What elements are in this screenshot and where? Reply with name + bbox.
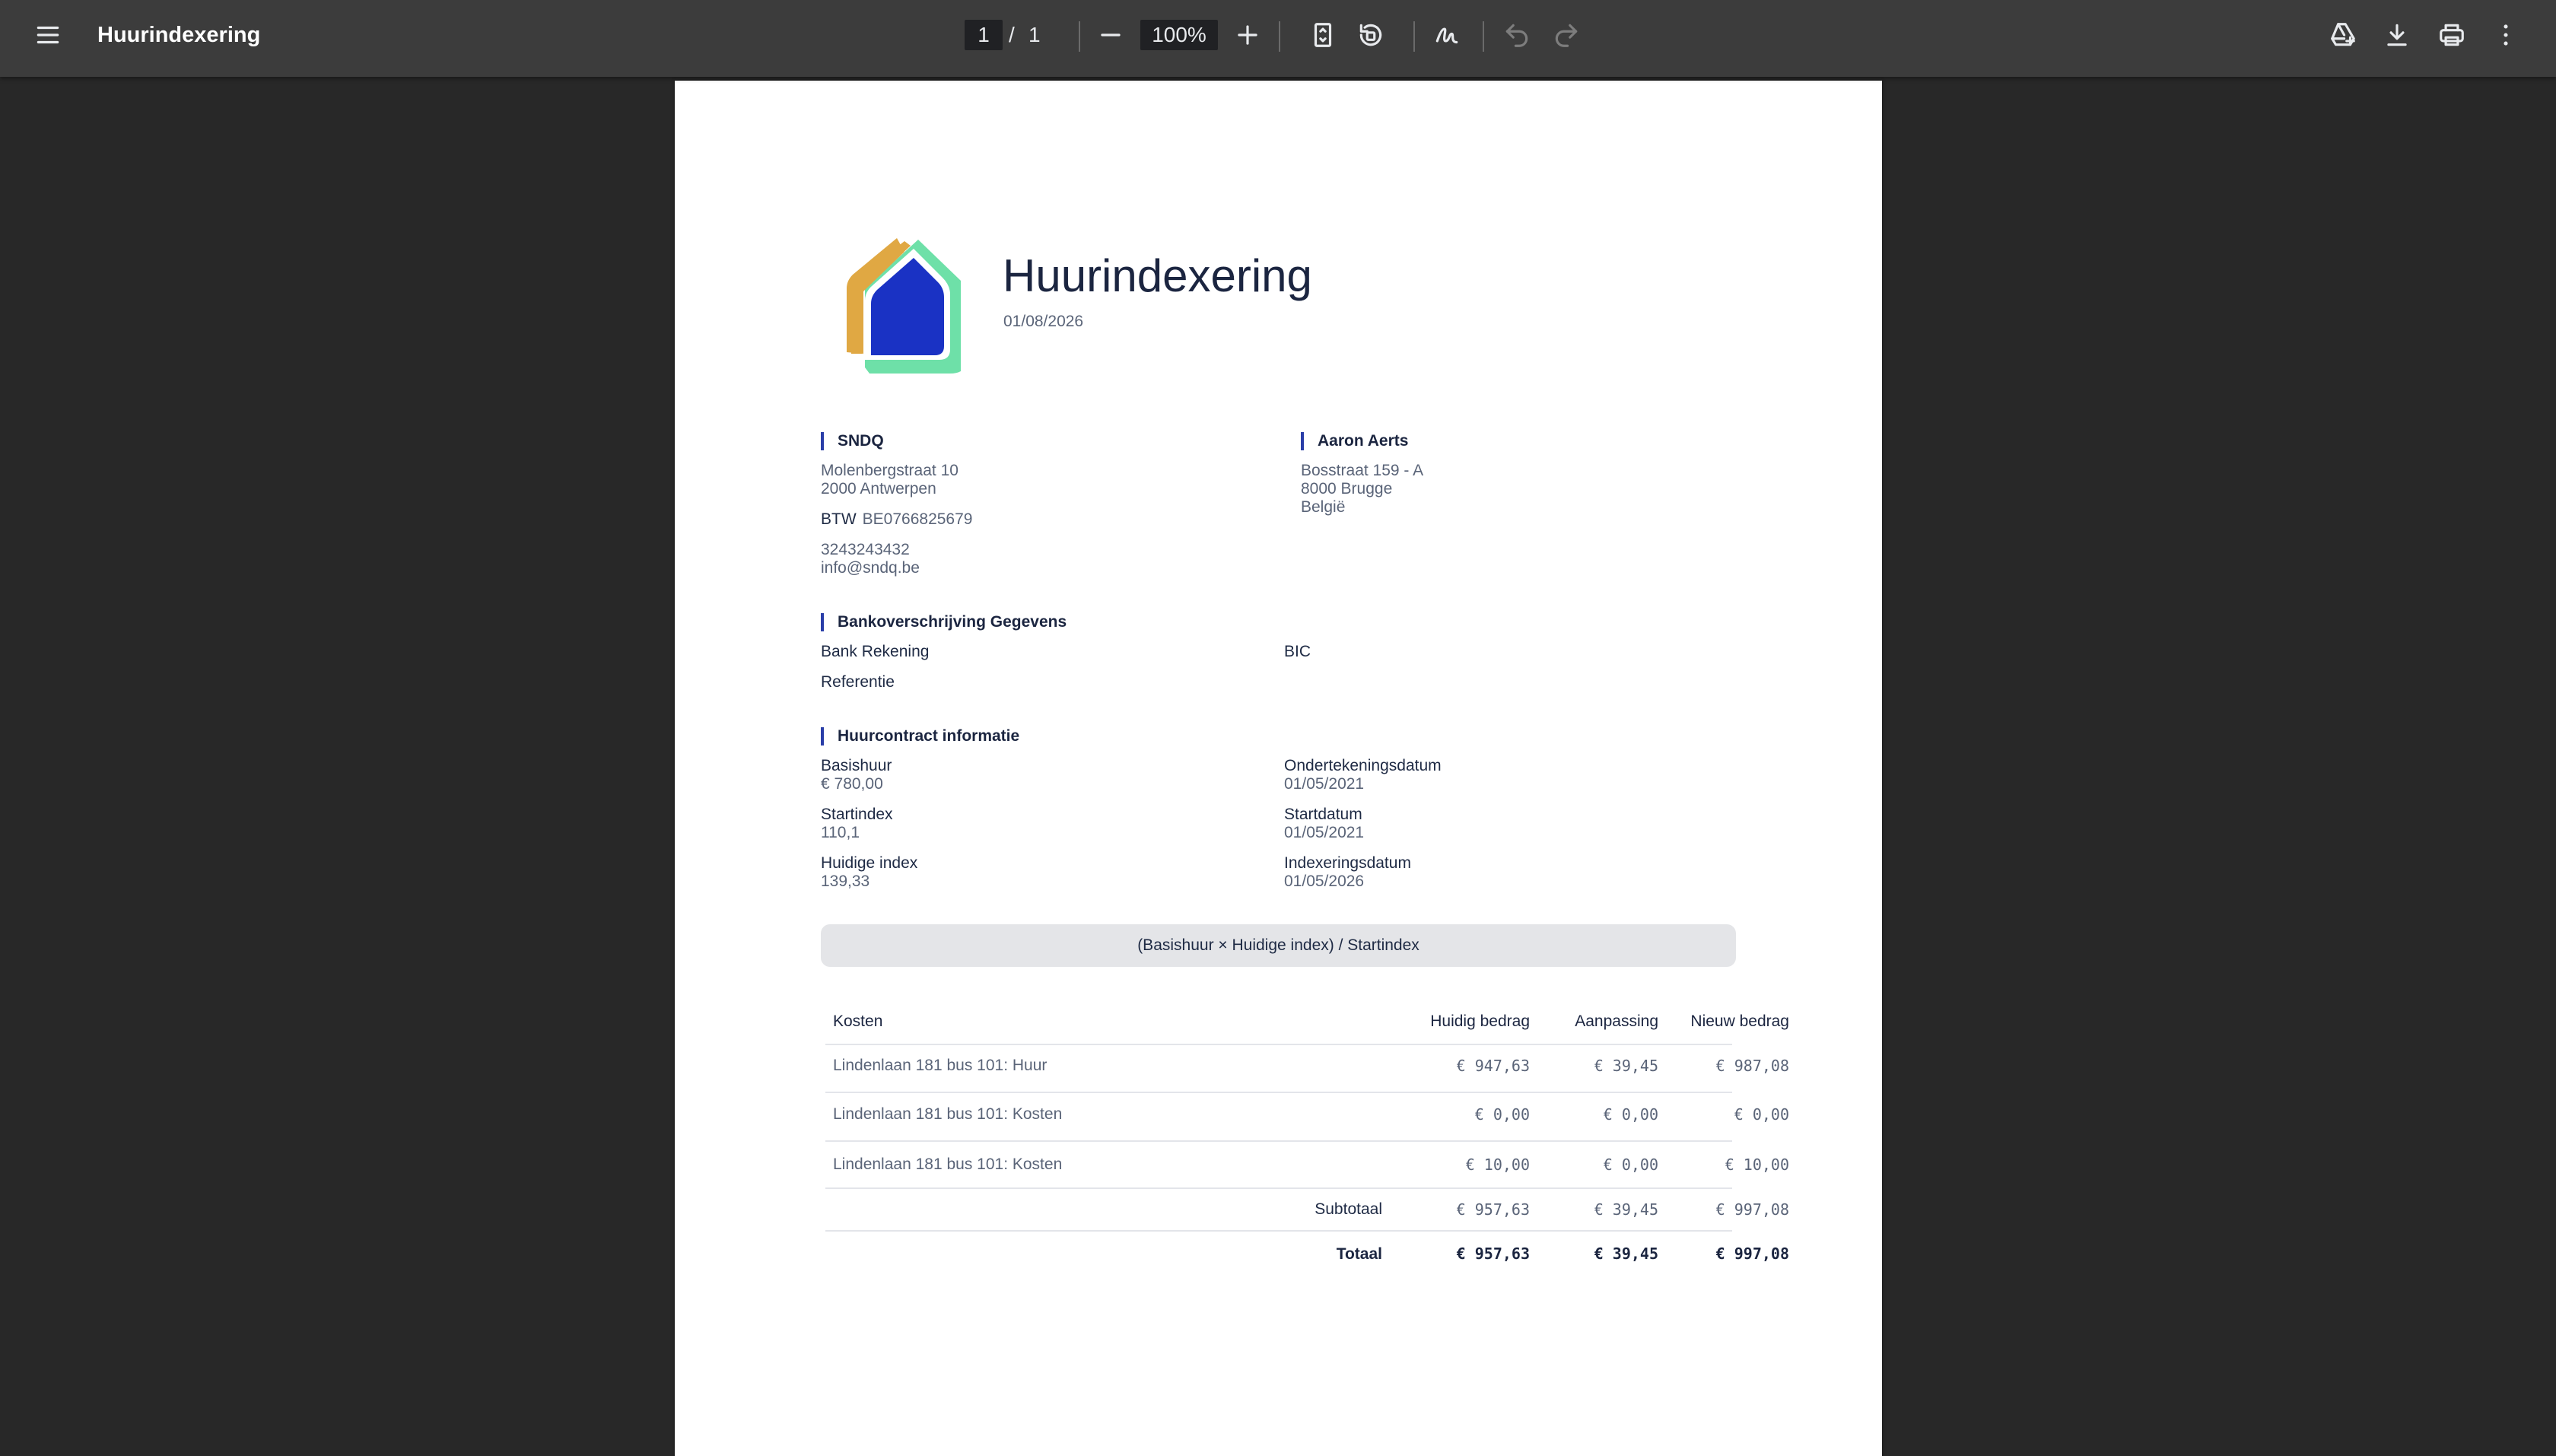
- row-label: Lindenlaan 181 bus 101: Huur: [833, 1057, 1048, 1074]
- bank-account-label: Bank Rekening: [821, 643, 930, 660]
- row-divider: [825, 1092, 1732, 1093]
- subtotal-divider: [825, 1230, 1732, 1232]
- total-current: € 957,63: [1456, 1245, 1530, 1263]
- total-new: € 997,08: [1715, 1245, 1789, 1263]
- drive-add-icon: [2331, 23, 2355, 46]
- redo-icon: [1555, 24, 1578, 47]
- current-index-label: Huidige index: [821, 854, 918, 872]
- sender-phone: 3243243432: [821, 541, 910, 558]
- print-icon: [2440, 24, 2464, 46]
- toolbar-divider: [1279, 21, 1280, 52]
- vat-number: BE0766825679: [862, 510, 973, 528]
- page-number-input[interactable]: 1: [965, 20, 1003, 50]
- indexation-formula: (Basishuur × Huidige index) / Startindex: [821, 924, 1736, 967]
- sender-street: Molenbergstraat 10: [821, 462, 958, 479]
- col-header-costs: Kosten: [833, 1013, 883, 1030]
- sender-name: SNDQ: [821, 432, 884, 450]
- row-new: € 10,00: [1725, 1156, 1789, 1174]
- total-label: Totaal: [1336, 1245, 1382, 1263]
- sender-email: info@sndq.be: [821, 559, 920, 577]
- document-date: 01/08/2026: [1003, 313, 1084, 330]
- rotate-button[interactable]: [1346, 11, 1395, 59]
- recipient-name: Aaron Aerts: [1301, 432, 1408, 450]
- download-button[interactable]: [2373, 11, 2421, 59]
- subtotal-current: € 957,63: [1456, 1200, 1530, 1219]
- indexation-date-label: Indexeringsdatum: [1284, 854, 1411, 872]
- zoom-in-button[interactable]: [1223, 11, 1272, 59]
- sender-vat: BTW BE0766825679: [821, 510, 972, 529]
- subtotal-new: € 997,08: [1715, 1200, 1789, 1219]
- row-label: Lindenlaan 181 bus 101: Kosten: [833, 1156, 1063, 1173]
- row-adjustment: € 39,45: [1594, 1057, 1658, 1075]
- document-title: Huurindexering: [97, 23, 261, 47]
- minus-icon: [1101, 33, 1121, 37]
- row-divider: [825, 1140, 1732, 1142]
- menu-icon: [37, 26, 59, 44]
- subtotal-adjustment: € 39,45: [1594, 1200, 1658, 1219]
- company-logo: [847, 238, 961, 374]
- fit-page-icon: [1314, 23, 1332, 47]
- col-header-new: Nieuw bedrag: [1690, 1013, 1789, 1030]
- start-date-label: Startdatum: [1284, 806, 1362, 823]
- indexation-date-value: 01/05/2026: [1284, 873, 1365, 890]
- signing-date-label: Ondertekeningsdatum: [1284, 757, 1442, 774]
- vat-label: BTW: [821, 510, 857, 528]
- redo-button[interactable]: [1542, 11, 1591, 59]
- row-label: Lindenlaan 181 bus 101: Kosten: [833, 1105, 1063, 1123]
- base-rent-value: € 780,00: [821, 775, 883, 793]
- drive-add-button[interactable]: [2319, 11, 2367, 59]
- bank-heading: Bankoverschrijving Gegevens: [821, 613, 1067, 631]
- subtotal-label: Subtotaal: [1315, 1200, 1382, 1218]
- pdf-toolbar: Huurindexering 1 / 1 100%: [0, 0, 2556, 77]
- row-new: € 0,00: [1734, 1105, 1789, 1124]
- more-vert-icon: [2504, 24, 2508, 46]
- toolbar-divider: [1079, 21, 1080, 52]
- row-adjustment: € 0,00: [1603, 1105, 1658, 1124]
- recipient-country: België: [1301, 498, 1346, 516]
- start-index-label: Startindex: [821, 806, 893, 823]
- row-adjustment: € 0,00: [1603, 1156, 1658, 1174]
- table-header-rule: [825, 1044, 1732, 1045]
- fit-page-button[interactable]: [1299, 11, 1347, 59]
- page-separator: /: [1009, 23, 1015, 46]
- bic-label: BIC: [1284, 643, 1311, 660]
- sender-city: 2000 Antwerpen: [821, 480, 936, 498]
- row-new: € 987,08: [1715, 1057, 1789, 1075]
- contract-heading: Huurcontract informatie: [821, 727, 1019, 745]
- row-current: € 0,00: [1474, 1105, 1530, 1124]
- zoom-out-button[interactable]: [1086, 11, 1135, 59]
- current-index-value: 139,33: [821, 873, 870, 890]
- recipient-city: 8000 Brugge: [1301, 480, 1393, 498]
- reference-label: Referentie: [821, 673, 895, 691]
- page-total: 1: [1028, 23, 1041, 46]
- draw-button[interactable]: [1423, 11, 1471, 59]
- toolbar-divider: [1483, 21, 1484, 52]
- col-header-adjustment: Aanpassing: [1575, 1013, 1658, 1030]
- draw-icon: [1435, 27, 1458, 44]
- start-index-value: 110,1: [821, 824, 860, 841]
- undo-icon: [1505, 24, 1528, 47]
- signing-date-value: 01/05/2021: [1284, 775, 1365, 793]
- more-options-button[interactable]: [2481, 11, 2530, 59]
- pdf-page: Huurindexering 01/08/2026 SNDQ Molenberg…: [675, 81, 1882, 1456]
- document-heading: Huurindexering: [1003, 250, 1312, 301]
- print-button[interactable]: [2427, 11, 2476, 59]
- row-current: € 10,00: [1465, 1156, 1530, 1174]
- zoom-input[interactable]: 100%: [1140, 20, 1218, 50]
- rotate-icon: [1359, 24, 1382, 46]
- start-date-value: 01/05/2021: [1284, 824, 1365, 841]
- base-rent-label: Basishuur: [821, 757, 892, 774]
- download-icon: [2387, 24, 2407, 46]
- col-header-current: Huidig bedrag: [1430, 1013, 1530, 1030]
- recipient-street: Bosstraat 159 - A: [1301, 462, 1424, 479]
- row-divider: [825, 1187, 1732, 1189]
- row-current: € 947,63: [1456, 1057, 1530, 1075]
- toolbar-divider: [1413, 21, 1415, 52]
- menu-button[interactable]: [24, 11, 72, 59]
- total-adjustment: € 39,45: [1594, 1245, 1658, 1263]
- undo-button[interactable]: [1493, 11, 1541, 59]
- plus-icon: [1238, 25, 1257, 45]
